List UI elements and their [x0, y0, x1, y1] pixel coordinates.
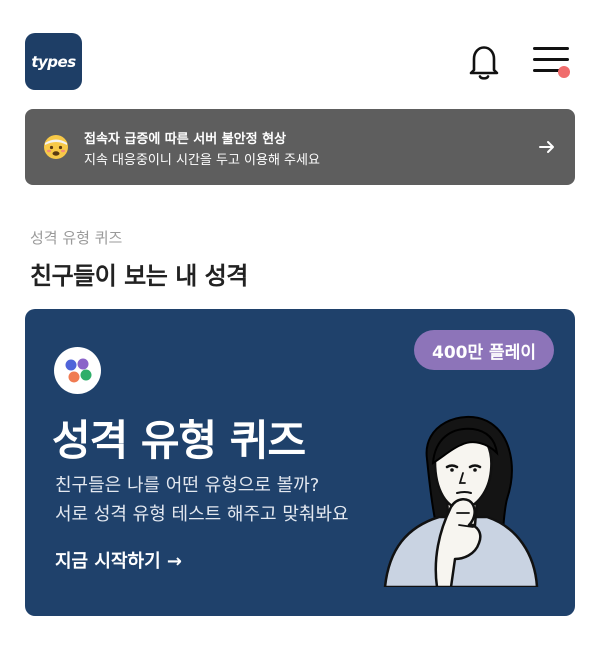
- notice-title: 접속자 급증에 따른 서버 불안정 현상: [84, 132, 287, 147]
- section-title: 친구들이 보는 내 성격: [30, 262, 248, 290]
- description-line: 친구들은 나를 어떤 유형으로 볼까?: [55, 475, 320, 496]
- notice-subtitle: 지속 대응중이니 시간을 두고 이용해 주세요: [84, 153, 320, 168]
- thinking-girl-illustration: [377, 409, 547, 589]
- app-header: types: [0, 0, 600, 100]
- play-count-badge: 400만 플레이: [414, 330, 554, 370]
- description-line: 서로 성격 유형 테스트 해주고 맞춰봐요: [55, 504, 349, 525]
- colorful-dots-icon: [54, 347, 101, 394]
- logo-text: types: [31, 52, 76, 71]
- server-notice-banner[interactable]: 접속자 급증에 따른 서버 불안정 현상 지속 대응중이니 시간을 두고 이용해…: [25, 109, 575, 185]
- section-label: 성격 유형 퀴즈: [30, 229, 123, 247]
- overheated-face-emoji-icon: [43, 134, 69, 160]
- card-description: 친구들은 나를 어떤 유형으로 볼까? 서로 성격 유형 테스트 해주고 맞춰봐…: [55, 471, 349, 529]
- card-title: 성격 유형 퀴즈: [52, 416, 306, 465]
- notification-dot: [558, 66, 570, 78]
- hamburger-menu-icon[interactable]: [530, 44, 574, 80]
- personality-quiz-card[interactable]: 400만 플레이 성격 유형 퀴즈 친구들은 나를 어떤 유형으로 볼까? 서로…: [25, 309, 575, 616]
- types-logo[interactable]: types: [25, 33, 82, 90]
- start-quiz-button[interactable]: 지금 시작하기 →: [55, 547, 182, 573]
- bell-icon[interactable]: [466, 42, 502, 82]
- start-quiz-label: 지금 시작하기 →: [55, 551, 182, 572]
- arrow-right-icon[interactable]: [537, 137, 557, 157]
